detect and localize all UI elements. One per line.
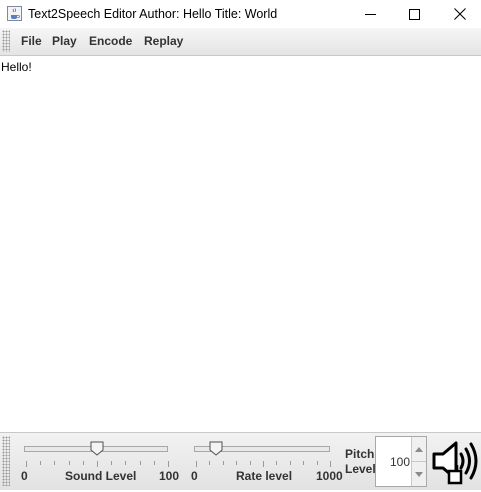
menu-file[interactable]: File xyxy=(21,34,42,48)
rate-slider-tick xyxy=(236,461,238,465)
rate-slider-tick xyxy=(209,461,211,465)
pitch-spinner[interactable]: 100 xyxy=(375,436,427,487)
speaker-icon xyxy=(432,441,478,485)
rate-slider-tick xyxy=(330,461,331,467)
sound-slider-tick xyxy=(168,461,169,467)
toolbar-grip[interactable] xyxy=(2,30,10,52)
maximize-icon xyxy=(408,8,420,20)
maximize-button[interactable] xyxy=(391,0,437,28)
sound-slider-tick xyxy=(153,461,155,465)
sound-slider-tick xyxy=(26,461,27,467)
window-title: Text2Speech Editor Author: Hello Title: … xyxy=(28,7,278,21)
rate-slider-tick xyxy=(289,461,291,465)
sound-slider-tick xyxy=(125,461,127,465)
text-editor[interactable]: Hello! xyxy=(0,56,481,432)
close-button[interactable] xyxy=(437,0,481,28)
sound-slider-tick xyxy=(82,461,84,465)
rate-max-label: 1000 xyxy=(316,469,343,483)
sound-slider-tick xyxy=(68,461,70,465)
rate-slider-tick xyxy=(316,461,318,465)
sound-level-label: Sound Level xyxy=(65,469,137,483)
sound-max-label: 100 xyxy=(159,469,180,483)
menu-play[interactable]: Play xyxy=(52,34,77,48)
minimize-button[interactable] xyxy=(347,0,393,28)
sound-slider-tick xyxy=(139,461,141,465)
rate-slider-tick xyxy=(196,461,197,467)
sound-level-slider[interactable] xyxy=(24,441,170,467)
rate-level-label: Rate level xyxy=(236,469,293,483)
minimize-icon xyxy=(364,13,376,15)
spinner-up-button[interactable] xyxy=(412,437,426,462)
rate-slider-thumb[interactable] xyxy=(209,441,223,456)
editor-content[interactable]: Hello! xyxy=(1,60,32,74)
menu-replay[interactable]: Replay xyxy=(144,34,183,48)
pitch-level-label: Pitch Level xyxy=(345,447,376,477)
pitch-label-line2: Level xyxy=(345,462,376,476)
pitch-label-line1: Pitch xyxy=(345,447,375,461)
arrow-up-icon xyxy=(415,446,423,452)
sound-slider-tick xyxy=(54,461,56,465)
sound-slider-tick xyxy=(40,461,42,465)
speak-button[interactable] xyxy=(429,435,479,487)
rate-slider-tick xyxy=(276,461,278,465)
close-icon xyxy=(454,8,466,20)
java-cup-icon xyxy=(7,6,22,21)
rate-slider-tick xyxy=(263,461,264,467)
rate-level-slider[interactable] xyxy=(194,441,332,467)
rate-slider-tick xyxy=(303,461,305,465)
arrow-down-icon xyxy=(415,471,423,477)
rate-min-label: 0 xyxy=(191,469,198,483)
pitch-value[interactable]: 100 xyxy=(390,455,410,469)
rate-slider-tick xyxy=(249,461,251,465)
sound-min-label: 0 xyxy=(21,469,28,483)
sound-slider-thumb[interactable] xyxy=(90,441,104,456)
spinner-down-button[interactable] xyxy=(412,462,426,486)
rate-slider-tick xyxy=(222,461,224,465)
title-bar: Text2Speech Editor Author: Hello Title: … xyxy=(0,0,481,28)
menu-bar: File Play Encode Replay xyxy=(0,28,481,56)
toolbar-grip-bottom[interactable] xyxy=(2,436,10,486)
sound-slider-tick xyxy=(111,461,113,465)
spinner-buttons xyxy=(411,437,426,486)
sound-slider-tick xyxy=(97,461,98,467)
menu-encode[interactable]: Encode xyxy=(89,34,132,48)
